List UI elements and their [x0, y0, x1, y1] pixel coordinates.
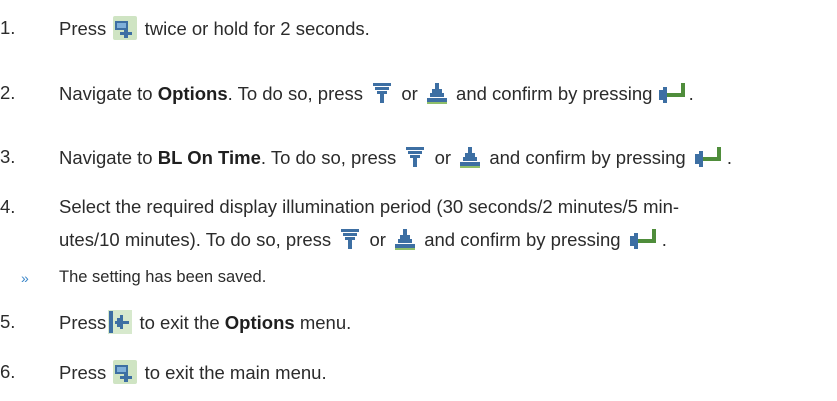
step-text: Press to exit the Options menu. — [59, 310, 351, 335]
up-arrow-key-icon — [458, 145, 483, 169]
step-number: 2. — [0, 82, 16, 103]
step-number: 5. — [0, 311, 16, 332]
step-text-part: . — [688, 83, 694, 104]
step-text-part: to exit the main menu. — [144, 362, 327, 383]
menu-key-icon — [113, 16, 138, 40]
menu-option-name: Options — [157, 83, 228, 104]
step-text-part: and confirm by pressing — [424, 229, 621, 250]
step-text: Press to exit the main menu. — [59, 360, 327, 385]
step-text-part: and confirm by pressing — [456, 83, 653, 104]
step-text-part: Press — [59, 18, 107, 39]
step-text-part: utes/10 minutes). To do so, press — [59, 229, 332, 250]
enter-key-icon — [692, 145, 725, 169]
back-key-icon — [108, 310, 133, 334]
step-text: utes/10 minutes). To do so, press or and… — [59, 227, 667, 252]
step-number: 6. — [0, 361, 16, 382]
enter-key-icon — [627, 227, 660, 251]
step-number: 4. — [0, 196, 16, 217]
up-arrow-key-icon — [393, 227, 418, 251]
step-text-part: Press — [59, 312, 107, 333]
menu-option-name: BL On Time — [157, 147, 261, 168]
step-text-part: twice or hold for 2 seconds. — [144, 18, 370, 39]
step-text-part: Navigate to — [59, 147, 153, 168]
step-text-part: Press — [59, 362, 107, 383]
step-text: Press twice or hold for 2 seconds. — [59, 16, 370, 41]
step-text-part: or — [401, 83, 418, 104]
step-text-part: and confirm by pressing — [489, 147, 686, 168]
menu-option-name: Options — [224, 312, 295, 333]
step-text: Select the required display illumination… — [59, 195, 679, 219]
step-text-line: Select the required display illumination… — [59, 196, 680, 217]
result-marker: » — [21, 270, 29, 286]
up-arrow-key-icon — [424, 81, 449, 105]
result-note: » The setting has been saved. — [21, 265, 267, 289]
step-text-part: . — [661, 229, 667, 250]
step-text-part: Navigate to — [59, 83, 153, 104]
step-text-part: or — [434, 147, 452, 168]
menu-key-icon — [113, 360, 138, 384]
step-text-part: . To do so, press — [260, 147, 397, 168]
result-text: The setting has been saved. — [59, 268, 267, 286]
down-arrow-key-icon — [338, 227, 363, 251]
enter-key-icon — [656, 81, 689, 105]
down-arrow-key-icon — [403, 145, 428, 169]
step-text: Navigate to Options. To do so, press or … — [59, 81, 694, 106]
step-number: 3. — [0, 146, 16, 167]
step-text-part: or — [369, 229, 386, 250]
step-text-part: . — [726, 147, 732, 168]
step-number: 1. — [0, 17, 16, 38]
step-text-part: . To do so, press — [227, 83, 364, 104]
step-text-part: menu. — [299, 312, 352, 333]
down-arrow-key-icon — [370, 81, 395, 105]
step-text-part: to exit the — [139, 312, 220, 333]
step-text: Navigate to BL On Time. To do so, press … — [59, 145, 732, 170]
